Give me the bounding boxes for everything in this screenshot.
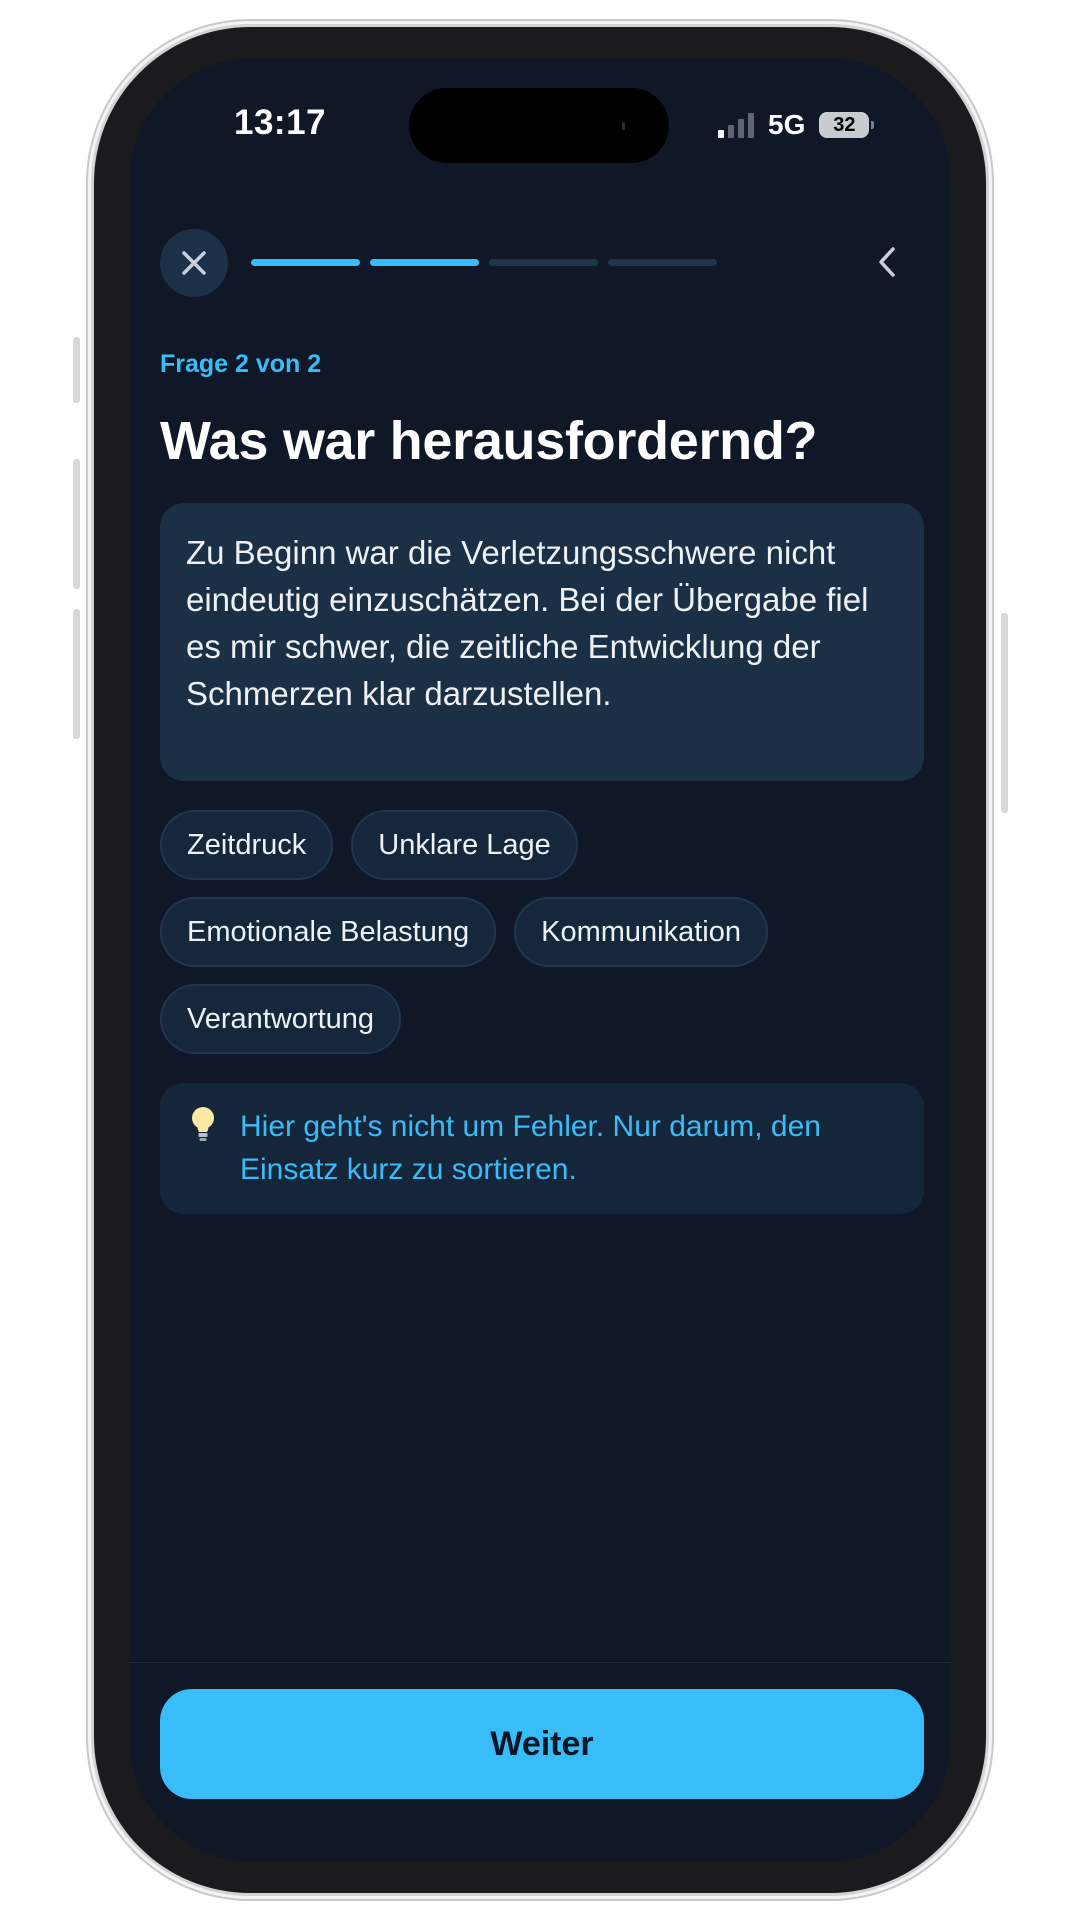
chip-kommunikation[interactable]: Kommunikation (514, 897, 769, 967)
network-type: 5G (768, 109, 806, 140)
chip-unklare-lage[interactable]: Unklare Lage (351, 810, 578, 880)
suggestion-chips: Zeitdruck Unklare Lage Emotionale Belast… (160, 810, 924, 1054)
battery-icon: 32 (819, 112, 875, 138)
dynamic-island (409, 88, 669, 163)
chip-emotionale-belastung[interactable]: Emotionale Belastung (160, 897, 497, 967)
progress-segment (370, 259, 479, 266)
status-time: 13:17 (234, 103, 327, 142)
lightbulb-icon (192, 1107, 214, 1141)
question-title: Was war herausfordernd? (160, 411, 818, 471)
action-button (73, 337, 80, 403)
chip-verantwortung[interactable]: Verantwortung (160, 984, 402, 1054)
answer-text-area[interactable]: Zu Beginn war die Verletzungsschwere nic… (160, 503, 924, 781)
phone-frame: 13:17 5G 32 Frage 2 von 2 Was war heraus… (73, 27, 1008, 1893)
progress-indicator (251, 259, 717, 266)
volume-up-button (73, 459, 80, 589)
question-step-label: Frage 2 von 2 (160, 350, 322, 378)
app-screen: 13:17 5G 32 Frage 2 von 2 Was war heraus… (129, 58, 951, 1862)
progress-segment (489, 259, 598, 266)
power-button (1001, 613, 1008, 813)
chip-zeitdruck[interactable]: Zeitdruck (160, 810, 334, 880)
footer-divider (129, 1662, 951, 1663)
volume-down-button (73, 609, 80, 739)
progress-segment (608, 259, 717, 266)
progress-segment (251, 259, 360, 266)
hint-card: Hier geht's nicht um Fehler. Nur darum, … (160, 1083, 924, 1214)
back-button[interactable] (866, 241, 908, 283)
continue-button[interactable]: Weiter (160, 1689, 924, 1799)
battery-level: 32 (833, 113, 856, 136)
chevron-left-icon (879, 247, 895, 277)
close-icon (182, 251, 206, 275)
cellular-signal-icon (718, 112, 754, 138)
close-button[interactable] (160, 229, 228, 297)
status-indicators: 5G 32 (718, 109, 875, 141)
hint-text: Hier geht's nicht um Fehler. Nur darum, … (240, 1110, 821, 1186)
